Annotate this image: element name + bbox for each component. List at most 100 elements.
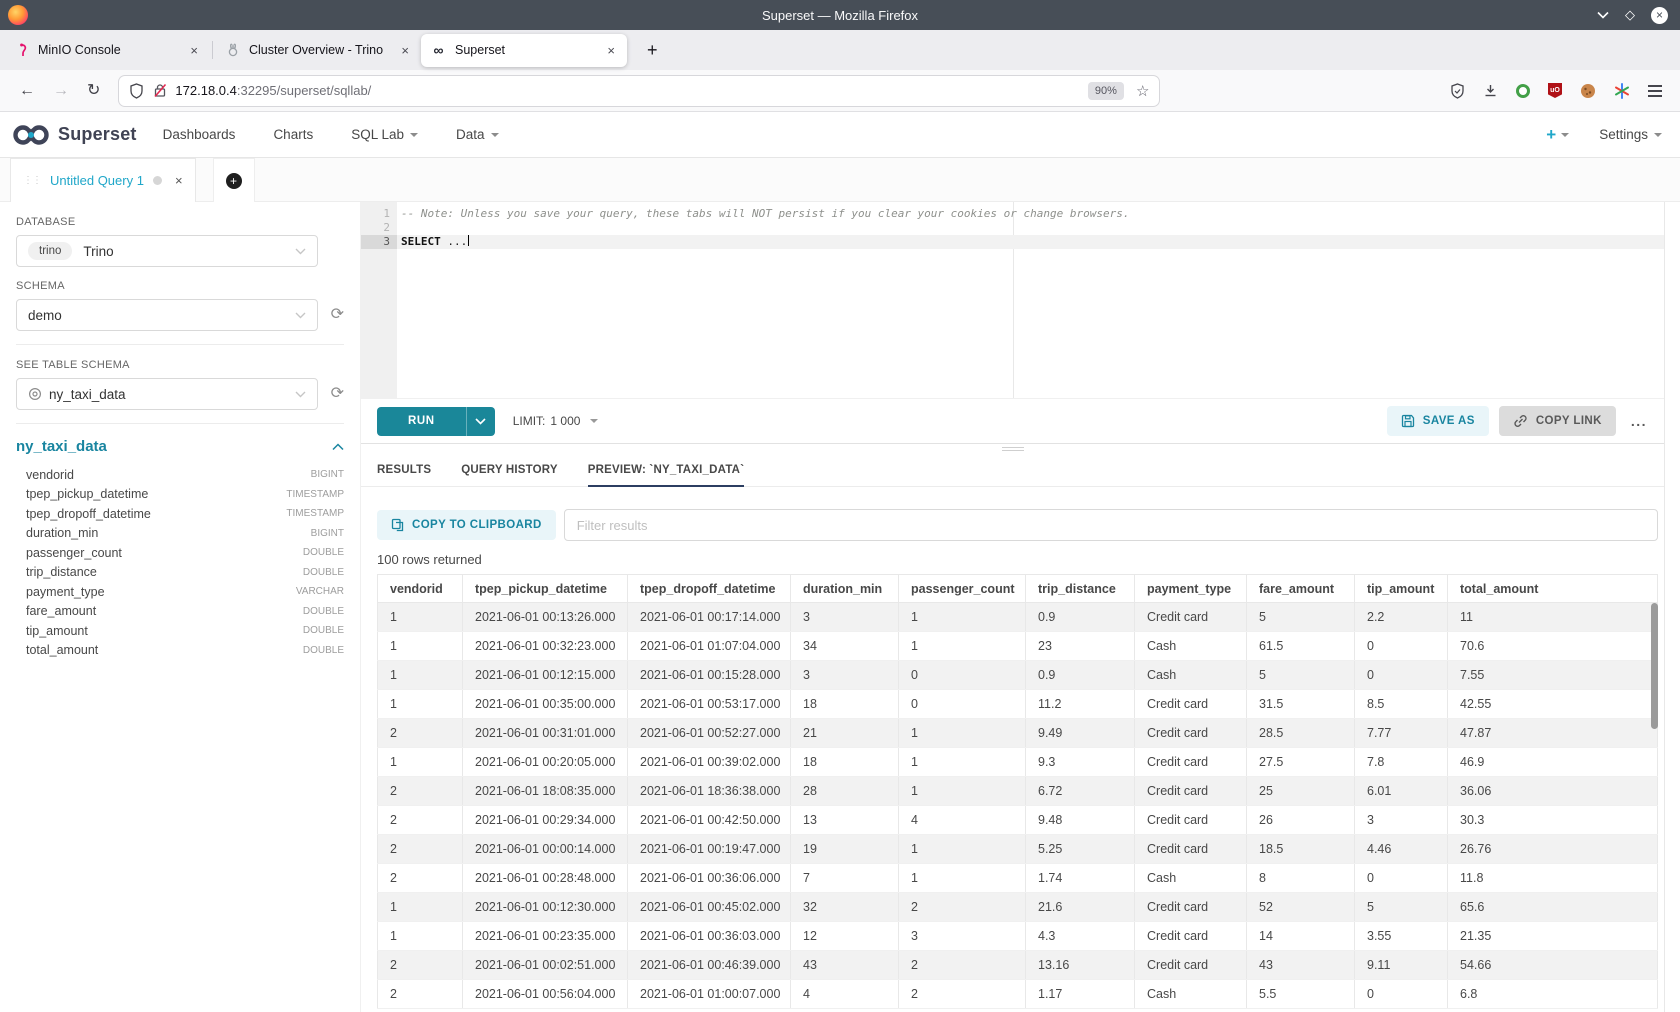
settings-menu[interactable]: Settings: [1599, 127, 1662, 142]
refresh-table-icon[interactable]: ⟳: [331, 386, 344, 402]
table-cell: 0: [1355, 632, 1448, 661]
column-row[interactable]: trip_distanceDOUBLE: [16, 563, 344, 583]
column-header[interactable]: total_amount: [1448, 575, 1658, 603]
table-cell: 2021-06-01 00:00:14.000: [463, 835, 628, 864]
menu-item-dashboards[interactable]: Dashboards: [163, 127, 236, 142]
refresh-schema-icon[interactable]: ⟳: [331, 307, 344, 323]
column-header[interactable]: passenger_count: [899, 575, 1026, 603]
table-select[interactable]: ny_taxi_data: [16, 378, 318, 410]
column-row[interactable]: vendoridBIGINT: [16, 465, 344, 485]
multicolor-asterisk-icon[interactable]: [1614, 83, 1630, 99]
table-scrollbar-thumb[interactable]: [1651, 603, 1658, 729]
table-cell: 2: [378, 835, 463, 864]
column-header[interactable]: trip_distance: [1026, 575, 1135, 603]
menu-hamburger-icon[interactable]: [1648, 85, 1662, 97]
pane-resize-handle[interactable]: [361, 444, 1664, 454]
bookmark-star-icon[interactable]: ☆: [1136, 82, 1149, 100]
tracking-shield-icon[interactable]: [129, 83, 144, 99]
download-icon[interactable]: [1483, 83, 1498, 98]
browser-tab-trino[interactable]: Cluster Overview - Trino ×: [215, 34, 421, 67]
schema-select[interactable]: demo: [16, 299, 318, 331]
forward-icon[interactable]: →: [53, 83, 69, 99]
copy-to-clipboard-button[interactable]: COPY TO CLIPBOARD: [377, 510, 556, 540]
navbar-menu: Dashboards Charts SQL Lab Data: [163, 127, 499, 142]
column-header[interactable]: payment_type: [1135, 575, 1247, 603]
browser-tab-minio[interactable]: MinIO Console ×: [4, 34, 210, 67]
column-header[interactable]: duration_min: [791, 575, 899, 603]
table-cell: 0: [1355, 661, 1448, 690]
column-header[interactable]: vendorid: [378, 575, 463, 603]
database-select[interactable]: trino Trino: [16, 235, 318, 267]
column-type: BIGINT: [311, 528, 344, 539]
reload-icon[interactable]: ↻: [87, 83, 100, 99]
ublock-origin-icon[interactable]: uO: [1548, 83, 1562, 98]
run-options-chevron[interactable]: [466, 407, 495, 436]
column-row[interactable]: payment_typeVARCHAR: [16, 582, 344, 602]
copy-link-button[interactable]: COPY LINK: [1499, 406, 1616, 436]
table-name: ny_taxi_data: [16, 438, 107, 455]
table-cell: 2021-06-01 00:46:39.000: [628, 951, 791, 980]
tab-close-icon[interactable]: ×: [187, 43, 201, 58]
extension-ring-icon[interactable]: [1516, 84, 1530, 98]
database-engine-badge: trino: [28, 242, 72, 260]
cookie-icon[interactable]: [1580, 83, 1596, 99]
filter-results-input[interactable]: [564, 509, 1658, 541]
sql-editor[interactable]: 1 2 3 -- Note: Unless you save your quer…: [361, 202, 1664, 398]
table-cell: 2: [899, 893, 1026, 922]
column-row[interactable]: tpep_pickup_datetimeTIMESTAMP: [16, 485, 344, 505]
table-cell: 4.46: [1355, 835, 1448, 864]
drag-handle-icon[interactable]: ⋮⋮: [23, 175, 41, 186]
maximize-icon[interactable]: ◇: [1625, 7, 1635, 23]
menu-item-charts[interactable]: Charts: [273, 127, 313, 142]
insecure-lock-icon[interactable]: [153, 83, 167, 98]
database-label: DATABASE: [16, 216, 344, 228]
table-cell: 7.77: [1355, 719, 1448, 748]
table-cell: 2021-06-01 00:20:05.000: [463, 748, 628, 777]
browser-tab-superset-active[interactable]: ∞ Superset ×: [421, 34, 627, 67]
column-row[interactable]: passenger_countDOUBLE: [16, 543, 344, 563]
menu-label: Dashboards: [163, 127, 236, 142]
menu-item-data[interactable]: Data: [456, 127, 499, 142]
new-tab-button[interactable]: +: [639, 40, 666, 61]
minimize-chevron-icon[interactable]: [1597, 11, 1609, 19]
superset-brand[interactable]: Superset: [12, 123, 137, 147]
tab-query-history[interactable]: QUERY HISTORY: [461, 454, 558, 486]
column-header[interactable]: tpep_dropoff_datetime: [628, 575, 791, 603]
query-tab-close-icon[interactable]: ×: [175, 173, 183, 188]
window-titlebar: Superset — Mozilla Firefox ◇ ×: [0, 0, 1680, 30]
run-button[interactable]: RUN: [377, 407, 466, 436]
column-row[interactable]: total_amountDOUBLE: [16, 641, 344, 661]
column-name: tip_amount: [26, 624, 88, 638]
column-header[interactable]: fare_amount: [1247, 575, 1355, 603]
column-row[interactable]: tip_amountDOUBLE: [16, 621, 344, 641]
url-text[interactable]: 172.18.0.4:32295/superset/sqllab/: [175, 83, 371, 98]
new-item-button[interactable]: +: [1546, 126, 1569, 143]
tab-close-icon[interactable]: ×: [398, 43, 412, 58]
limit-dropdown[interactable]: LIMIT: 1 000: [513, 414, 599, 428]
results-controls: COPY TO CLIPBOARD: [377, 509, 1658, 541]
back-icon[interactable]: ←: [19, 83, 35, 99]
table-cell: 2021-06-01 01:07:04.000: [628, 632, 791, 661]
table-cell: 2021-06-01 00:52:27.000: [628, 719, 791, 748]
more-options-button[interactable]: ...: [1631, 413, 1647, 429]
window-close-icon[interactable]: ×: [1651, 7, 1668, 24]
zoom-level-badge[interactable]: 90%: [1088, 82, 1124, 100]
protections-shield-icon[interactable]: [1450, 83, 1465, 99]
column-header[interactable]: tpep_pickup_datetime: [463, 575, 628, 603]
column-row[interactable]: tpep_dropoff_datetimeTIMESTAMP: [16, 504, 344, 524]
column-row[interactable]: duration_minBIGINT: [16, 524, 344, 544]
tab-preview-active[interactable]: PREVIEW: `NY_TAXI_DATA`: [588, 454, 744, 486]
column-header[interactable]: tip_amount: [1355, 575, 1448, 603]
query-tab-untitled[interactable]: ⋮⋮ Untitled Query 1 ×: [10, 158, 196, 202]
url-bar[interactable]: 172.18.0.4:32295/superset/sqllab/ 90% ☆: [119, 76, 1159, 106]
column-row[interactable]: fare_amountDOUBLE: [16, 602, 344, 622]
collapse-chevron-up-icon[interactable]: [332, 443, 344, 451]
tab-close-icon[interactable]: ×: [604, 43, 618, 58]
save-as-button[interactable]: SAVE AS: [1387, 406, 1489, 436]
table-cell: 26: [1247, 806, 1355, 835]
table-cell: 27.5: [1247, 748, 1355, 777]
table-cell: 13.16: [1026, 951, 1135, 980]
menu-item-sql-lab[interactable]: SQL Lab: [351, 127, 418, 142]
new-query-tab[interactable]: +: [213, 158, 255, 202]
tab-results[interactable]: RESULTS: [377, 454, 431, 486]
